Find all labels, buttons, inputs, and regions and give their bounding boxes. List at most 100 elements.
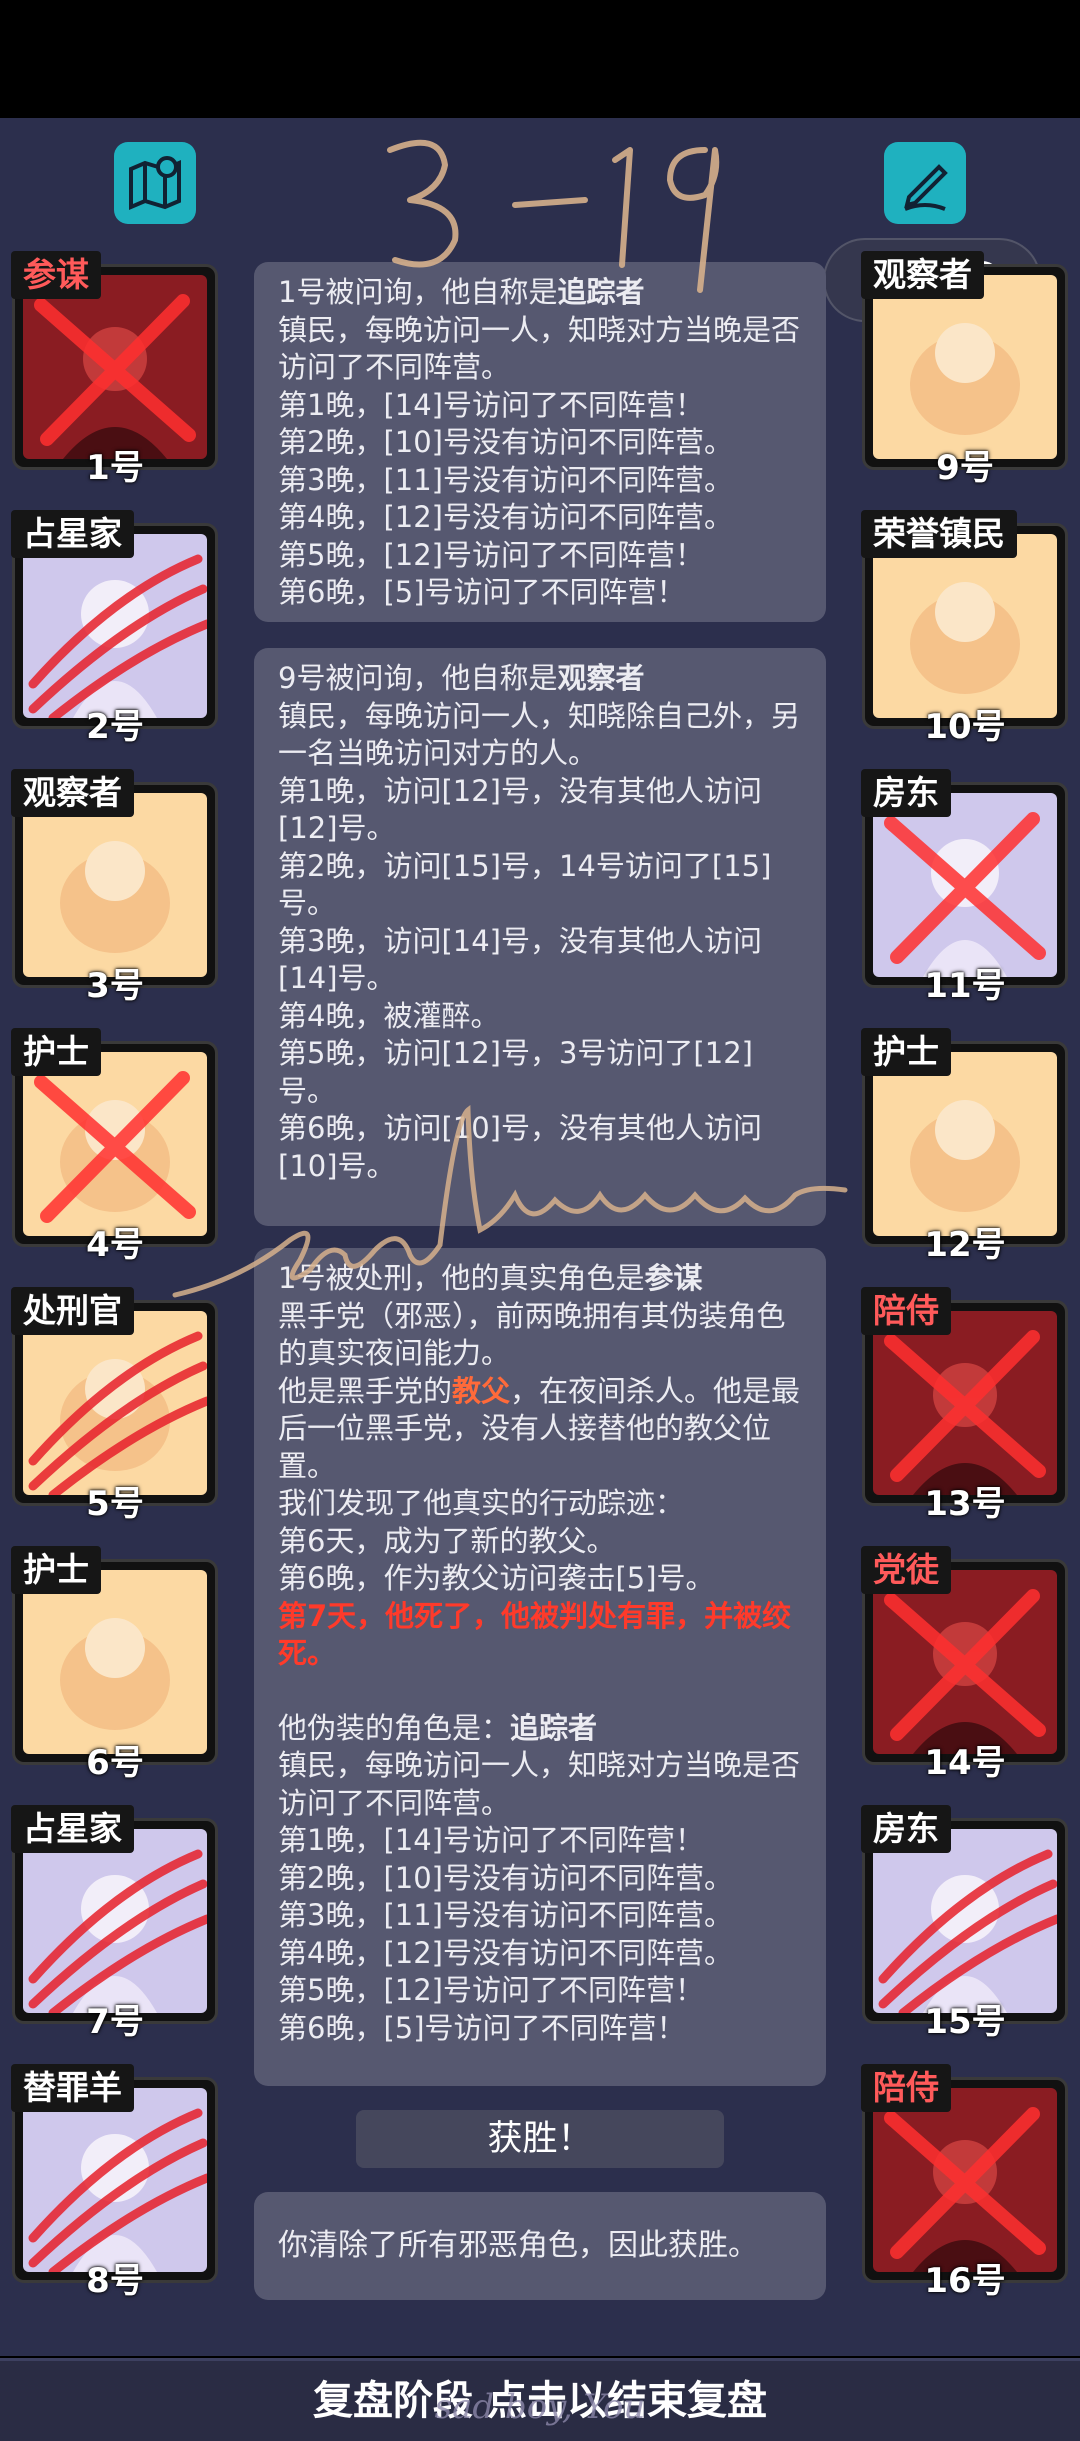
player-card[interactable]: 护士 12号 bbox=[861, 1028, 1068, 1265]
player-number: 15号 bbox=[924, 2002, 1006, 2042]
player-number: 12号 bbox=[924, 1225, 1006, 1265]
log-line: 第4晚，被灌醉。 bbox=[278, 998, 500, 1033]
avatar-art bbox=[28, 1331, 207, 1495]
player-avatar bbox=[23, 793, 207, 977]
player-card[interactable]: 房东 15号 bbox=[861, 1805, 1068, 2042]
player-number: 1号 bbox=[86, 448, 144, 488]
log-line: 第5晚，[12]号访问了不同阵营！ bbox=[278, 1973, 704, 2007]
player-role-label: 护士 bbox=[11, 1028, 101, 1076]
log-line: 第5晚，访问[12]号，3号访问了[12]号。 bbox=[278, 1036, 753, 1108]
player-role-label: 陪侍 bbox=[861, 2064, 951, 2112]
player-card[interactable]: 护士 4号 bbox=[11, 1028, 218, 1265]
log-heading: 1号被处刑，他的真实角色是参谋 bbox=[278, 1261, 703, 1295]
log-line: 第1晚，[14]号访问了不同阵营！ bbox=[278, 1823, 704, 1857]
player-card[interactable]: 处刑官 5号 bbox=[11, 1287, 218, 1524]
log-line: 第3晚，[11]号没有访问不同阵营。 bbox=[278, 462, 733, 497]
log-line: 第6晚，作为教父访问袭击[5]号。 bbox=[278, 1561, 715, 1595]
player-number: 2号 bbox=[86, 707, 144, 747]
player-role-label: 护士 bbox=[861, 1028, 951, 1076]
avatar-art bbox=[884, 1330, 1046, 1495]
player-avatar bbox=[873, 275, 1057, 459]
player-number: 13号 bbox=[924, 1484, 1006, 1524]
player-number: 11号 bbox=[924, 966, 1006, 1006]
avatar-art bbox=[910, 582, 1020, 694]
player-role-label: 观察者 bbox=[11, 769, 134, 817]
player-card[interactable]: 荣誉镇民 10号 bbox=[861, 510, 1068, 747]
log-line: 第4晚，[12]号没有访问不同阵营。 bbox=[278, 500, 733, 534]
avatar-art bbox=[28, 2108, 207, 2272]
player-card[interactable]: 陪侍 13号 bbox=[861, 1287, 1068, 1524]
player-avatar bbox=[23, 1570, 207, 1754]
log-line: 第4晚，[12]号没有访问不同阵营。 bbox=[278, 1935, 733, 1970]
victory-message: 你清除了所有邪恶角色，因此获胜。 bbox=[278, 2228, 758, 2263]
player-card[interactable]: 护士 6号 bbox=[11, 1546, 218, 1783]
log-line: 第6晚，访问[10]号，没有其他人访问[10]号。 bbox=[278, 1111, 762, 1183]
player-role-label: 房东 bbox=[861, 769, 951, 817]
log-heading: 9号被问询，他自称是观察者 bbox=[278, 661, 645, 695]
player-avatar bbox=[873, 1311, 1057, 1495]
end-review-label: 复盘阶段 点击以结束复盘 bbox=[313, 2378, 767, 2424]
log-panel-inquiry-1: 1号被问询，他自称是追踪者 镇民，每晚访问一人，知晓对方当晚是否访问了不同阵营。… bbox=[254, 262, 826, 622]
player-card[interactable]: 陪侍 16号 bbox=[861, 2064, 1068, 2301]
player-avatar bbox=[873, 534, 1057, 718]
player-role-label: 护士 bbox=[11, 1546, 101, 1594]
avatar-art bbox=[884, 1589, 1046, 1754]
player-avatar bbox=[23, 1052, 207, 1236]
player-number: 10号 bbox=[924, 707, 1006, 747]
player-number: 4号 bbox=[86, 1225, 144, 1265]
avatar-art bbox=[60, 841, 170, 953]
player-role-label: 占星家 bbox=[11, 510, 134, 558]
avatar-art bbox=[34, 294, 196, 459]
player-avatar bbox=[23, 1311, 207, 1495]
player-role-label: 荣誉镇民 bbox=[861, 510, 1017, 558]
log-panel-inquiry-9: 9号被问询，他自称是观察者 镇民，每晚访问一人，知晓除自己外，另一名当晚访问对方… bbox=[254, 648, 826, 1226]
player-avatar bbox=[23, 1829, 207, 2013]
log-heading: 他伪装的角色是：追踪者 bbox=[278, 1710, 598, 1745]
player-number: 9号 bbox=[936, 448, 994, 488]
player-avatar bbox=[23, 275, 207, 459]
player-number: 14号 bbox=[924, 1743, 1006, 1783]
player-avatar bbox=[873, 2088, 1057, 2272]
log-line: 第5晚，[12]号访问了不同阵营！ bbox=[278, 537, 704, 572]
player-number: 8号 bbox=[86, 2261, 144, 2301]
player-role-label: 参谋 bbox=[11, 251, 101, 299]
log-line: 镇民，每晚访问一人，知晓对方当晚是否访问了不同阵营。 bbox=[278, 312, 801, 385]
player-number: 6号 bbox=[86, 1743, 144, 1783]
player-role-label: 占星家 bbox=[11, 1805, 134, 1853]
end-review-bar[interactable]: 复盘阶段 点击以结束复盘 bbox=[0, 2358, 1080, 2441]
player-number: 7号 bbox=[86, 2002, 144, 2042]
pencil-note-icon[interactable] bbox=[884, 142, 966, 224]
player-avatar bbox=[873, 1829, 1057, 2013]
player-card[interactable]: 房东 11号 bbox=[861, 769, 1068, 1006]
player-role-label: 房东 bbox=[861, 1805, 951, 1853]
log-line: 第2晚，[10]号没有访问不同阵营。 bbox=[278, 425, 733, 459]
player-card[interactable]: 党徒 14号 bbox=[861, 1546, 1068, 1783]
log-line: 第2晚，[10]号没有访问不同阵营。 bbox=[278, 1860, 733, 1895]
log-line: 镇民，每晚访问一人，知晓对方当晚是否访问了不同阵营。 bbox=[278, 1748, 801, 1820]
player-card[interactable]: 观察者 3号 bbox=[11, 769, 218, 1006]
log-line: 第6晚，[5]号访问了不同阵营！ bbox=[278, 2010, 686, 2045]
victory-message-panel: 你清除了所有邪恶角色，因此获胜。 bbox=[254, 2192, 826, 2300]
log-line: 第3晚，[11]号没有访问不同阵营。 bbox=[278, 1898, 733, 1932]
avatar-art bbox=[910, 1100, 1020, 1212]
player-card[interactable]: 参谋 1号 bbox=[11, 251, 218, 488]
log-line: 他是黑手党的教父，在夜间杀人。他是最后一位黑手党，没有人接替他的教父位置。 bbox=[278, 1373, 801, 1483]
player-card[interactable]: 占星家 2号 bbox=[11, 510, 218, 747]
player-avatar bbox=[873, 1052, 1057, 1236]
avatar-art bbox=[878, 1849, 1057, 2013]
map-pin-icon[interactable] bbox=[114, 142, 196, 224]
log-line: 第2晚，访问[15]号，14号访问了[15]号。 bbox=[278, 848, 772, 921]
player-role-label: 替罪羊 bbox=[11, 2064, 134, 2112]
player-card[interactable]: 观察者 9号 bbox=[861, 251, 1068, 488]
avatar-art bbox=[884, 2107, 1046, 2272]
log-line: 第1晚，访问[12]号，没有其他人访问[12]号。 bbox=[278, 773, 762, 846]
player-avatar bbox=[873, 793, 1057, 977]
avatar-art bbox=[34, 1071, 196, 1223]
player-avatar bbox=[23, 2088, 207, 2272]
log-heading: 1号被问询，他自称是追踪者 bbox=[278, 275, 645, 309]
avatar-art bbox=[28, 1849, 207, 2013]
log-line: 第3晚，访问[14]号，没有其他人访问[14]号。 bbox=[278, 923, 762, 996]
log-panel-execution-1: 1号被处刑，他的真实角色是参谋 黑手党（邪恶），前两晚拥有其伪装角色的真实夜间能… bbox=[254, 1248, 826, 2086]
player-card[interactable]: 占星家 7号 bbox=[11, 1805, 218, 2042]
player-card[interactable]: 替罪羊 8号 bbox=[11, 2064, 218, 2301]
